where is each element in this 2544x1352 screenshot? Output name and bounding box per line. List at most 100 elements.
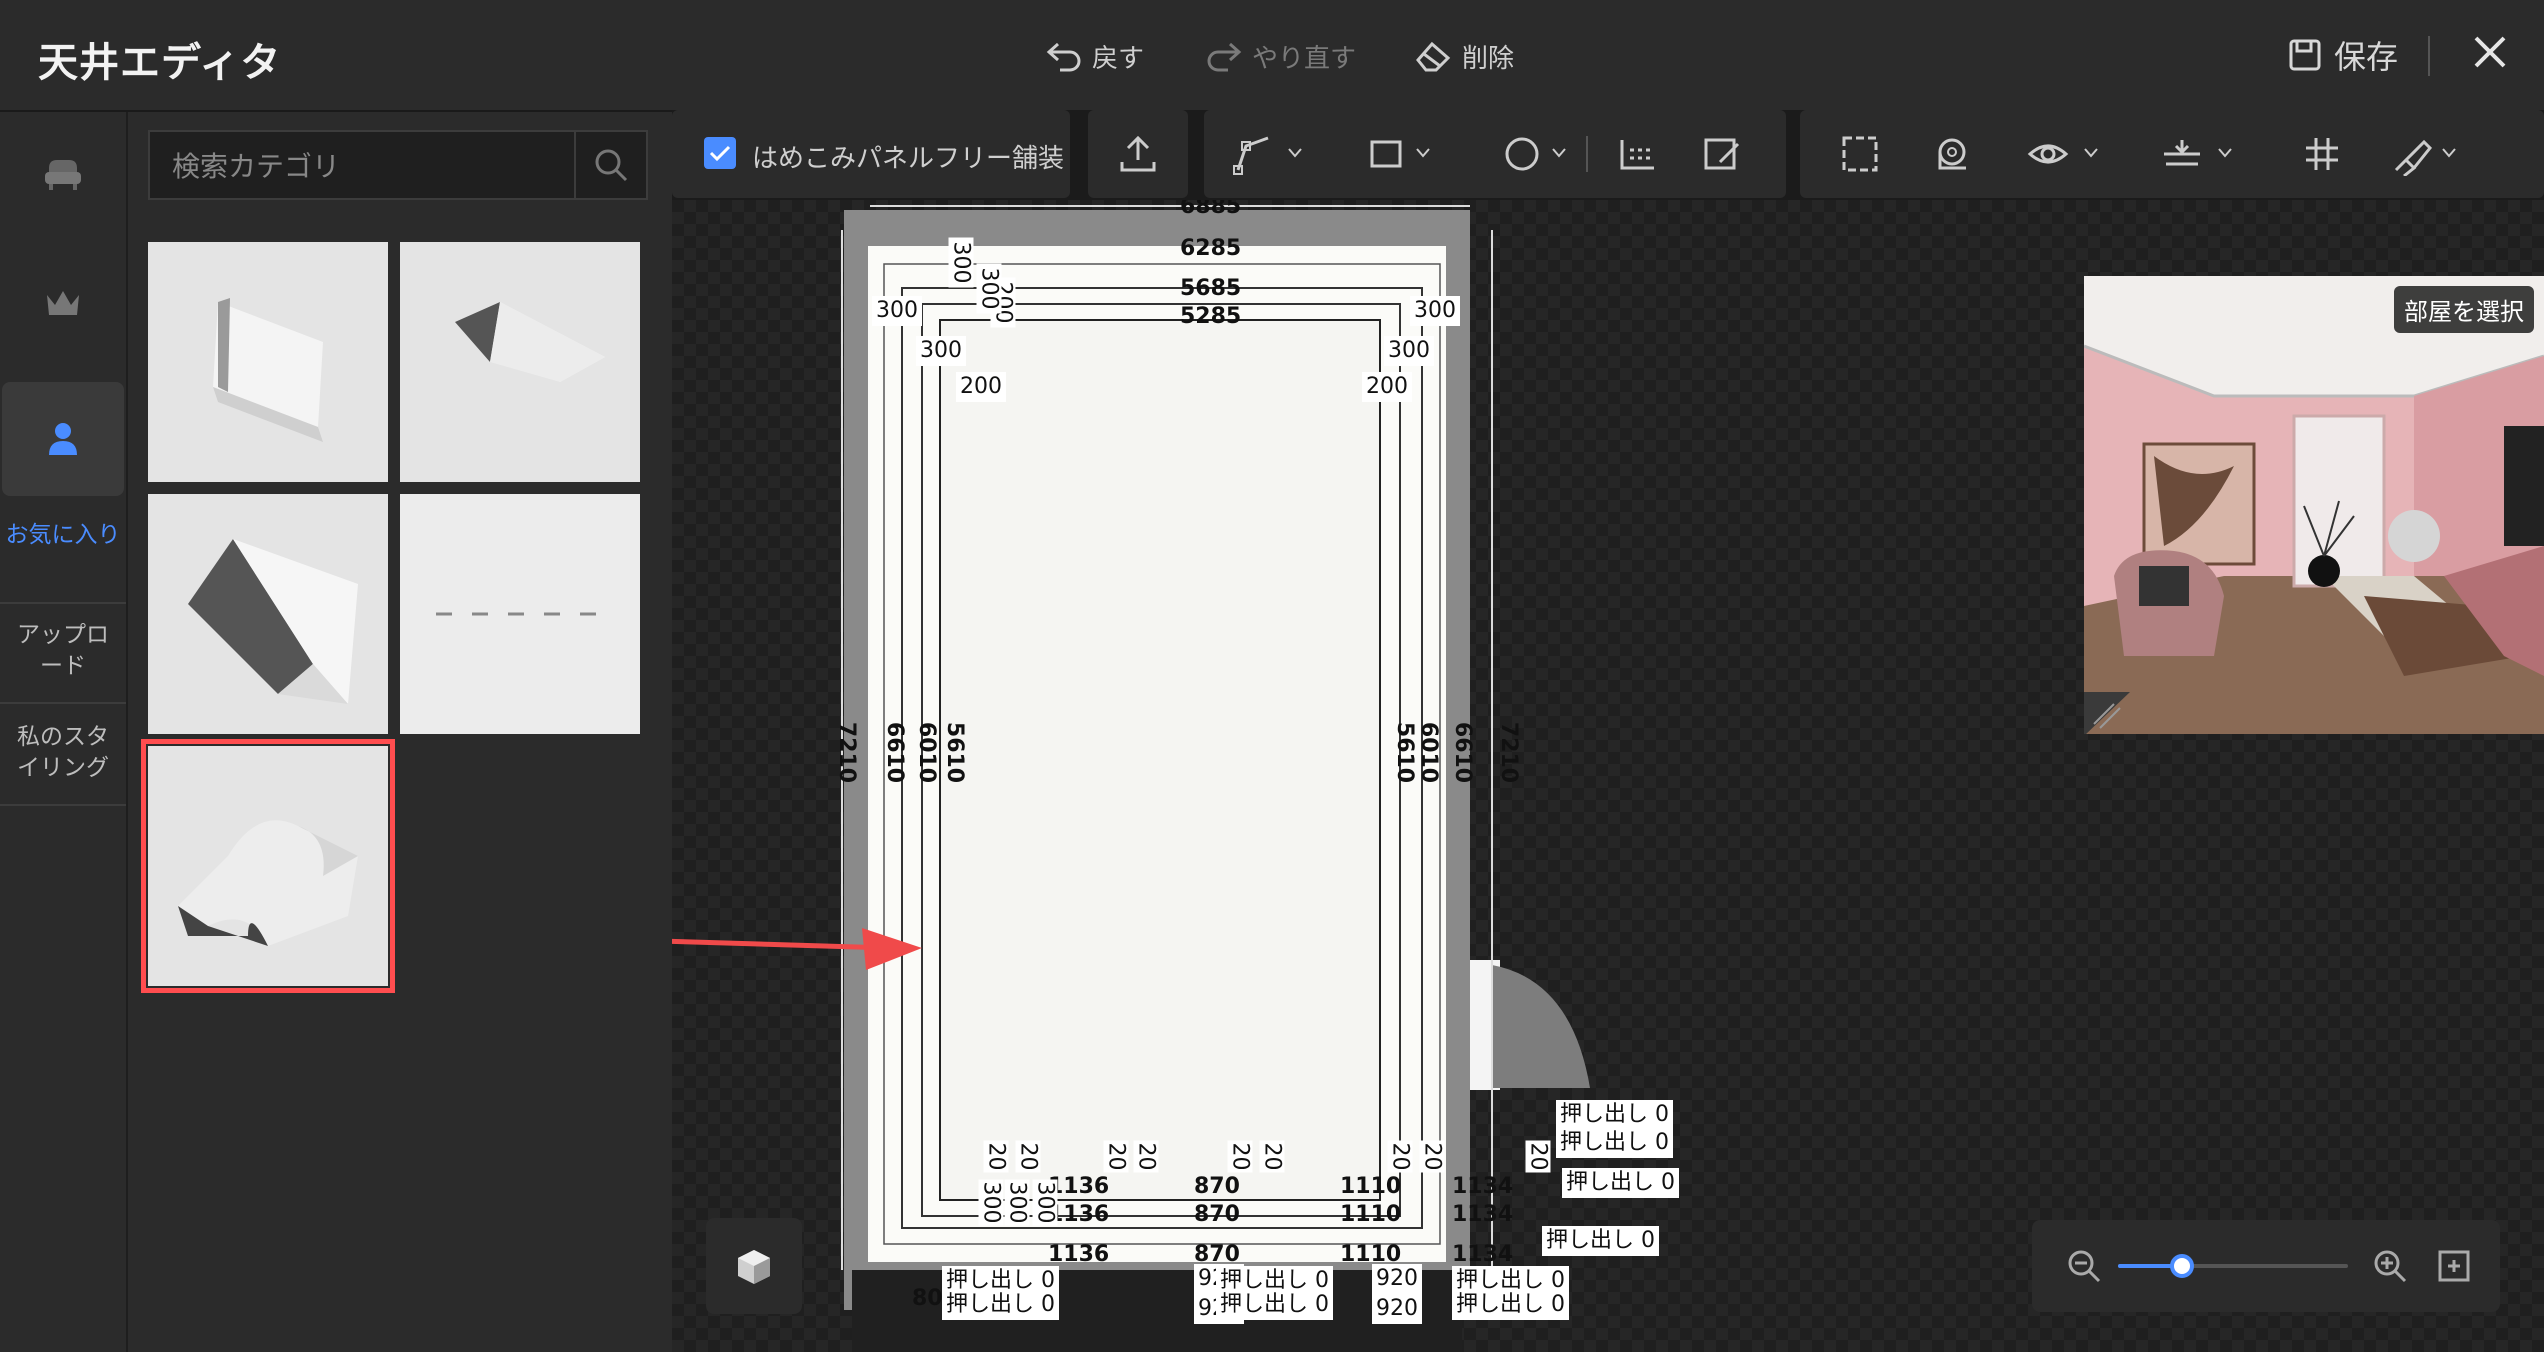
check-icon <box>709 145 731 162</box>
editor-toolbar: はめこみパネルフリー舗装 <box>672 110 2544 200</box>
offset-label: 200 <box>956 372 1006 402</box>
extrude-value: 0 <box>1641 1228 1656 1253</box>
chevron-down-icon[interactable] <box>1288 148 1302 158</box>
bottom-small: 20 <box>1387 1140 1413 1173</box>
bottom-dim: 1134 <box>1452 1202 1514 1227</box>
circle-icon[interactable] <box>1500 132 1544 176</box>
category-sidebar: お気に入り アップロード 私のスタイリング <box>0 112 128 1352</box>
offset-label: 300 <box>916 336 966 366</box>
dim-top-1: 6285 <box>1180 236 1242 261</box>
extrude-text: 押し出し <box>1566 1170 1655 1195</box>
save-button[interactable]: 保存 <box>2288 32 2398 78</box>
bottom-small: 20 <box>1259 1140 1285 1173</box>
dim-top-3: 5285 <box>1180 304 1242 329</box>
dim-left-1: 6610 <box>882 721 908 784</box>
extrude-label: 押し出し 0 <box>1562 1168 1680 1198</box>
bottom-dim: 870 <box>1194 1174 1240 1199</box>
chevron-down-icon[interactable] <box>1416 148 1430 158</box>
extrude-label: 押し出し 0 <box>1216 1290 1334 1320</box>
undo-button[interactable]: 戻す <box>1046 34 1144 78</box>
bottom-small: 20 <box>1133 1140 1159 1173</box>
zoom-slider[interactable] <box>2118 1254 2348 1278</box>
catalog-item-arch-molding[interactable] <box>141 739 395 993</box>
extrude-text: 押し出し <box>1456 1292 1545 1317</box>
grid-icon[interactable] <box>2300 132 2344 176</box>
extrude-value: 0 <box>1551 1292 1566 1317</box>
bottom-small: 20 <box>1525 1140 1551 1173</box>
sidebar-item-furniture[interactable] <box>0 134 126 214</box>
divider <box>0 602 126 604</box>
bottom-small: 20 <box>983 1140 1009 1173</box>
extrude-label: 押し出し 0 <box>942 1290 1060 1320</box>
bottom-small: 20 <box>1103 1140 1129 1173</box>
sofa-icon <box>45 160 81 190</box>
lights-icon[interactable] <box>1616 132 1660 176</box>
zoom-in-icon[interactable] <box>2372 1248 2408 1284</box>
sidebar-item-label: お気に入り <box>5 522 121 548</box>
extrude-text: 押し出し <box>1560 1130 1649 1155</box>
dim-top-0: 6885 <box>1180 200 1242 219</box>
room-3d-preview[interactable]: 部屋を選択 <box>2084 276 2544 734</box>
delete-label: 削除 <box>1462 43 1515 74</box>
dim-right-2: 6610 <box>1450 721 1476 784</box>
search-button[interactable] <box>574 132 646 198</box>
cube-icon <box>738 1250 770 1284</box>
select-room-button[interactable]: 部屋を選択 <box>2394 286 2534 333</box>
search-box <box>148 130 648 200</box>
sidebar-item-favorites[interactable] <box>2 382 124 496</box>
bottom-dim-box: 920 <box>1372 1294 1422 1324</box>
chevron-down-icon[interactable] <box>2084 148 2098 158</box>
align-icon[interactable] <box>2160 132 2204 176</box>
dim-left-2: 6010 <box>914 721 940 784</box>
fit-screen-icon[interactable] <box>2436 1248 2472 1284</box>
zoom-out-icon[interactable] <box>2066 1248 2102 1284</box>
view-3d-button[interactable] <box>706 1218 802 1314</box>
search-input[interactable] <box>150 132 594 200</box>
view-tools-group <box>1800 110 2544 198</box>
close-button[interactable] <box>2468 30 2512 74</box>
user-icon <box>49 423 77 455</box>
upload-group <box>1088 110 1188 198</box>
bottom-dim: 1134 <box>1452 1242 1514 1267</box>
app-title: 天井エディタ <box>38 40 282 86</box>
room-render <box>2084 276 2544 734</box>
catalog-panel <box>128 112 672 1352</box>
draw-tools-group <box>1204 110 1786 198</box>
sidebar-item-my-styling[interactable]: 私のスタイリング <box>0 722 126 784</box>
redo-label: やり直す <box>1252 43 1357 74</box>
measure-tape-icon[interactable] <box>1928 132 1972 176</box>
extrude-text: 押し出し <box>1560 1102 1649 1127</box>
save-icon <box>2289 39 2321 71</box>
catalog-item-baseboard[interactable] <box>148 242 388 482</box>
extrude-text: 押し出し <box>1546 1228 1635 1253</box>
catalog-item-strip[interactable] <box>400 494 640 734</box>
sidebar-item-premium[interactable] <box>0 264 126 344</box>
redo-icon <box>1207 42 1242 72</box>
seamless-checkbox[interactable] <box>704 137 736 169</box>
chevron-down-icon[interactable] <box>2442 148 2456 158</box>
undo-icon <box>1046 42 1081 72</box>
undo-label: 戻す <box>1092 43 1145 74</box>
catalog-item-crown-2[interactable] <box>148 494 388 734</box>
zoom-slider-handle[interactable] <box>2170 1254 2195 1278</box>
redo-button[interactable]: やり直す <box>1206 34 1356 78</box>
chevron-down-icon[interactable] <box>2218 148 2232 158</box>
catalog-item-crown-1[interactable] <box>400 242 640 482</box>
extrude-label: 押し出し 0 <box>1556 1100 1674 1130</box>
eye-icon[interactable] <box>2026 132 2070 176</box>
divider <box>1586 136 1588 172</box>
divider <box>0 702 126 704</box>
delete-button[interactable]: 削除 <box>1414 34 1514 78</box>
chevron-down-icon[interactable] <box>1552 148 1566 158</box>
edit-panel-icon[interactable] <box>1700 132 1744 176</box>
pen-path-icon[interactable] <box>1232 132 1276 176</box>
sidebar-item-upload[interactable]: アップロード <box>0 620 126 682</box>
floorplan-canvas[interactable]: 6885 6285 5685 5285 7210 6610 6010 5610 … <box>672 200 2544 1352</box>
paint-brush-icon[interactable] <box>2390 132 2434 176</box>
molding-thumbnail <box>188 539 358 704</box>
fit-view-icon[interactable] <box>1838 132 1882 176</box>
bottom-small: 20 <box>1227 1140 1253 1173</box>
upload-icon[interactable] <box>1116 132 1160 176</box>
rectangle-icon[interactable] <box>1364 132 1408 176</box>
search-icon <box>595 149 628 182</box>
